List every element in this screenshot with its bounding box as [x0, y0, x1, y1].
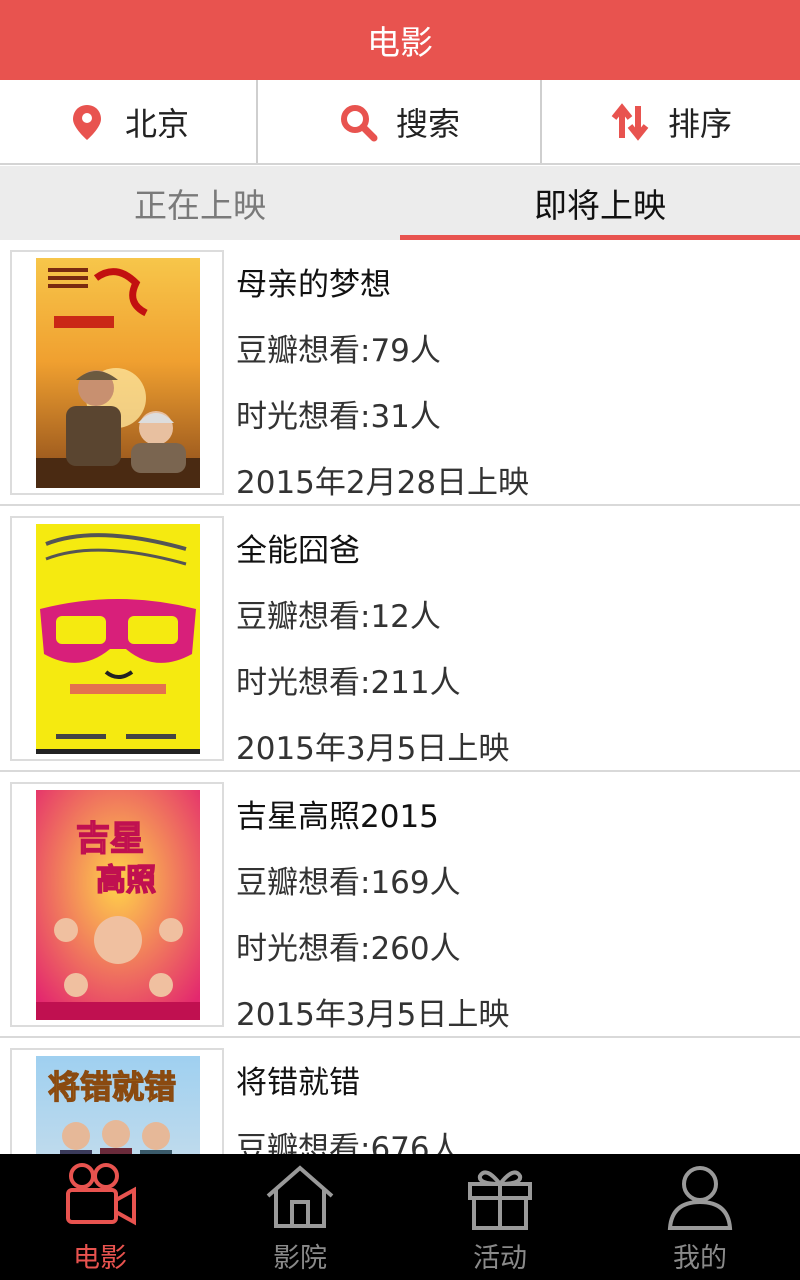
sort-button[interactable]: 排序 — [540, 80, 800, 163]
tab-now-showing[interactable]: 正在上映 — [0, 166, 400, 240]
douban-want-count: 豆瓣想看:12人 — [236, 599, 441, 635]
sort-icon — [611, 102, 649, 141]
poster-frame — [10, 250, 224, 495]
mtime-want-count: 时光想看:211人 — [236, 665, 461, 701]
poster-frame: 将错就错 — [10, 1048, 224, 1154]
sort-label: 排序 — [667, 104, 732, 143]
movie-row[interactable]: 全能囧爸 豆瓣想看:12人 时光想看:211人 2015年3月5日上映 — [0, 506, 800, 772]
search-button[interactable]: 搜索 — [256, 80, 540, 163]
movie-row[interactable]: 吉星 高照 吉星高照2015 豆瓣想看:169人 时光想看:260人 2015年… — [0, 772, 800, 1038]
movie-title: 吉星高照2015 — [236, 799, 439, 835]
bottom-nav: 电影 影院 活动 我的 — [0, 1154, 800, 1280]
location-label: 北京 — [124, 104, 189, 143]
poster-right-mistake: 将错就错 — [36, 1056, 200, 1154]
location-button[interactable]: 北京 — [0, 80, 256, 163]
poster-lucky-star: 吉星 高照 — [36, 790, 200, 1020]
poster-frame: 吉星 高照 — [10, 782, 224, 1027]
home-icon — [266, 1165, 334, 1228]
nav-activities[interactable]: 活动 — [400, 1154, 600, 1280]
movie-title: 全能囧爸 — [236, 533, 360, 569]
search-icon — [340, 104, 378, 141]
mtime-want-count: 时光想看:260人 — [236, 931, 461, 967]
tab-coming-soon[interactable]: 即将上映 — [400, 166, 800, 240]
movie-info: 吉星高照2015 豆瓣想看:169人 时光想看:260人 2015年3月5日上映 — [236, 784, 800, 1048]
movie-title: 母亲的梦想 — [236, 267, 391, 303]
svg-text:吉星: 吉星 — [76, 819, 144, 859]
tab-bar: 正在上映 即将上映 — [0, 166, 800, 240]
movie-list[interactable]: 母亲的梦想 豆瓣想看:79人 时光想看:31人 2015年2月28日上映 全能囧… — [0, 240, 800, 1154]
poster-mothers-dream — [36, 258, 200, 488]
nav-movies[interactable]: 电影 — [0, 1154, 200, 1280]
douban-want-count: 豆瓣想看:169人 — [236, 865, 461, 901]
gift-icon — [468, 1170, 532, 1230]
svg-text:高照: 高照 — [96, 863, 156, 898]
movie-info: 全能囧爸 豆瓣想看:12人 时光想看:211人 2015年3月5日上映 — [236, 518, 800, 782]
nav-profile[interactable]: 我的 — [600, 1154, 800, 1280]
douban-want-count: 豆瓣想看:79人 — [236, 333, 441, 369]
svg-text:将错就错: 将错就错 — [48, 1068, 176, 1106]
page-title: 电影 — [367, 23, 433, 62]
nav-label: 电影 — [73, 1243, 127, 1274]
location-pin-icon — [72, 104, 101, 140]
movie-title: 将错就错 — [236, 1065, 360, 1101]
user-icon — [667, 1166, 733, 1230]
filter-toolbar: 北京 搜索 排序 — [0, 80, 800, 165]
search-label: 搜索 — [395, 104, 460, 143]
nav-cinemas[interactable]: 影院 — [200, 1154, 400, 1280]
mtime-want-count: 时光想看:31人 — [236, 399, 441, 435]
nav-label: 活动 — [473, 1243, 527, 1274]
douban-want-count: 豆瓣想看:676人 — [236, 1131, 461, 1154]
nav-label: 我的 — [673, 1243, 727, 1274]
poster-almighty-dad — [36, 524, 200, 754]
movie-row[interactable]: 将错就错 将错就错 豆瓣想看:676人 — [0, 1038, 800, 1154]
movie-info: 将错就错 豆瓣想看:676人 — [236, 1050, 800, 1154]
app-header: 电影 — [0, 0, 800, 80]
movie-row[interactable]: 母亲的梦想 豆瓣想看:79人 时光想看:31人 2015年2月28日上映 — [0, 240, 800, 506]
movie-info: 母亲的梦想 豆瓣想看:79人 时光想看:31人 2015年2月28日上映 — [236, 252, 800, 516]
poster-frame — [10, 516, 224, 761]
movie-camera-icon — [66, 1163, 136, 1226]
nav-label: 影院 — [273, 1243, 327, 1274]
